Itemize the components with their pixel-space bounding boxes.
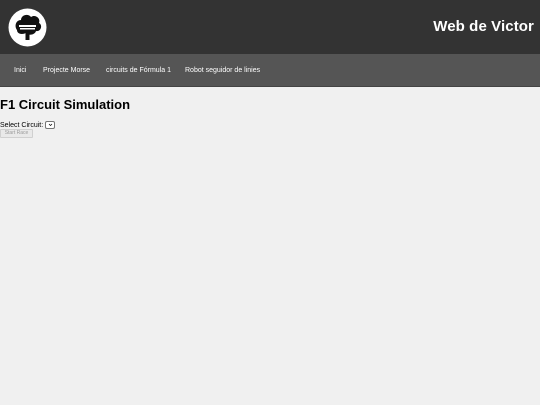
page-title: F1 Circuit Simulation [0, 97, 131, 112]
site-header: Web de Victor [0, 0, 540, 54]
nav-item-projecte-morse[interactable]: Projecte Morse [43, 67, 90, 74]
nav-item-robot-seguidor[interactable]: Robot seguidor de linies [185, 67, 260, 74]
nav-item-circuits-f1[interactable]: circuits de Fórmula 1 [106, 67, 171, 74]
circuit-select[interactable] [45, 121, 56, 129]
chevron-down-icon [48, 123, 53, 126]
select-circuit-label: Select Circuit: [0, 121, 44, 129]
tree-logo-icon[interactable] [8, 8, 47, 47]
start-race-button[interactable]: Start Race [0, 129, 33, 138]
main-nav: Inici Projecte Morse circuits de Fórmula… [0, 54, 540, 87]
nav-item-inici[interactable]: Inici [14, 67, 26, 74]
circuit-select-row: Select Circuit: [0, 121, 56, 129]
site-title: Web de Victor [433, 18, 534, 35]
